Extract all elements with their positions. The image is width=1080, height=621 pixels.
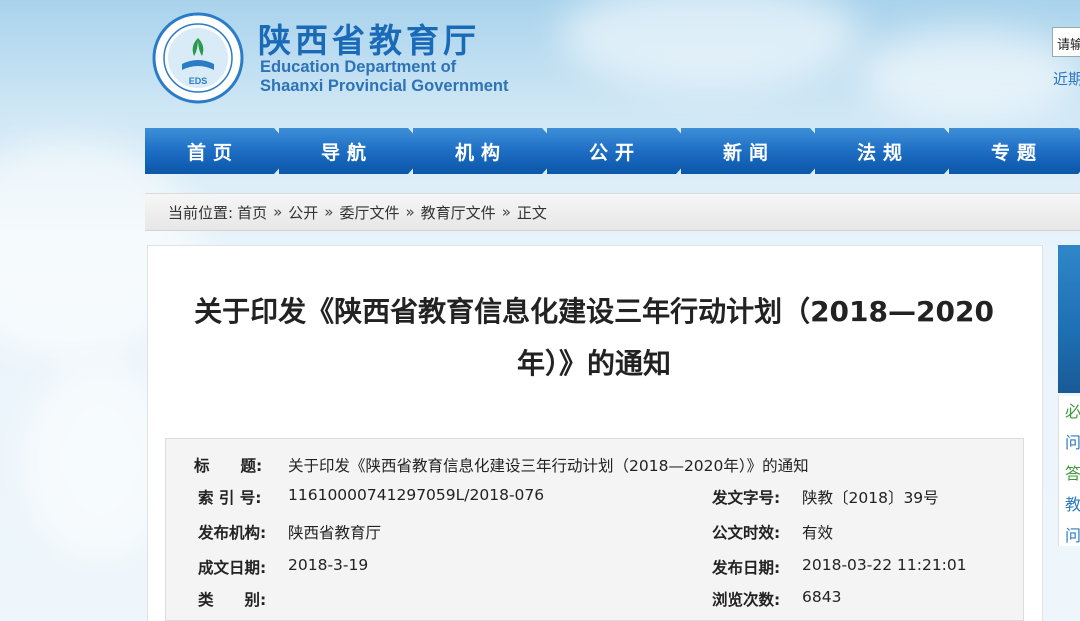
nav-regulations[interactable]: 法规 [815, 128, 965, 174]
breadcrumb-item-dept-docs[interactable]: 教育厅文件 [421, 202, 496, 223]
site-title-en: Education Department of Shaanxi Provinci… [260, 58, 509, 96]
sidebar-link[interactable]: 答 [1059, 458, 1080, 489]
site-title-en-line1: Education Department of [260, 58, 457, 76]
meta-pub-value: 2018-03-22 11:21:01 [802, 556, 967, 574]
logo-text: EDS [189, 76, 208, 86]
sidebar-link[interactable]: 教 [1059, 489, 1080, 520]
meta-doc-no-value: 陕教〔2018〕39号 [802, 489, 939, 507]
breadcrumb-item-committee-docs[interactable]: 委厅文件 [339, 202, 399, 223]
meta-doc-no-label: 发文字号: [712, 489, 781, 507]
meta-views-value: 6843 [802, 588, 842, 606]
breadcrumb-separator: » [501, 203, 511, 221]
article-title-line1: 关于印发《陕西省教育信息化建设三年行动计划（2018—2020 [194, 295, 994, 328]
meta-category-label: 类 别: [198, 591, 267, 609]
breadcrumb-separator: » [273, 203, 283, 221]
education-dept-logo[interactable]: EDS [152, 12, 244, 104]
search-input[interactable]: 请输 [1052, 27, 1080, 57]
sidebar-link[interactable]: 问 [1059, 520, 1080, 546]
site-title-en-line2: Shaanxi Provincial Government [260, 77, 509, 95]
emblem-icon: EDS [152, 12, 244, 104]
document-metadata: 标 题: 关于印发《陕西省教育信息化建设三年行动计划（2018—2020年）》的… [165, 438, 1024, 621]
sidebar-link-list: 必 问 答 教 问 答 [1058, 396, 1080, 546]
meta-date-label: 成文日期: [198, 559, 267, 577]
meta-date-value: 2018-3-19 [288, 556, 369, 574]
meta-issuer-label: 发布机构: [198, 524, 267, 542]
breadcrumb-item-public[interactable]: 公开 [288, 202, 318, 223]
meta-views-label: 浏览次数: [712, 591, 781, 609]
meta-title-value: 关于印发《陕西省教育信息化建设三年行动计划（2018—2020年）》的通知 [288, 457, 809, 475]
article-title: 关于印发《陕西省教育信息化建设三年行动计划（2018—2020 年）》的通知 [168, 286, 1020, 390]
nav-guide[interactable]: 导航 [279, 128, 429, 174]
breadcrumb-prefix: 当前位置: [168, 203, 234, 222]
meta-validity-value: 有效 [802, 524, 834, 542]
site-title-cn[interactable]: 陕西省教育厅 [258, 14, 480, 62]
recent-link[interactable]: 近期 [1053, 68, 1080, 89]
main-nav: 首页 导航 机构 公开 新闻 法规 专题 [145, 128, 1080, 174]
meta-pub-label: 发布日期: [712, 559, 781, 577]
nav-organization[interactable]: 机构 [413, 128, 563, 174]
nav-home[interactable]: 首页 [145, 128, 295, 174]
breadcrumb-item-home[interactable]: 首页 [237, 202, 267, 223]
breadcrumb-item-body: 正文 [516, 203, 547, 222]
meta-index-label: 索 引 号: [198, 489, 262, 507]
article-title-line2: 年）》的通知 [516, 347, 671, 380]
sidebar-link[interactable]: 问 [1059, 427, 1080, 458]
meta-index-value: 11610000741297059L/2018-076 [288, 486, 545, 504]
breadcrumb-separator: » [405, 203, 415, 221]
nav-topics[interactable]: 专题 [949, 128, 1080, 174]
nav-public[interactable]: 公开 [547, 128, 697, 174]
meta-title-label: 标 题: [194, 457, 263, 475]
breadcrumb-separator: » [324, 203, 334, 221]
meta-issuer-value: 陕西省教育厅 [288, 524, 382, 542]
meta-validity-label: 公文时效: [712, 524, 781, 542]
sidebar-link[interactable]: 必 [1059, 396, 1080, 427]
sidebar-banner-image[interactable] [1058, 245, 1080, 393]
nav-news[interactable]: 新闻 [681, 128, 831, 174]
breadcrumb: 当前位置: 首页 » 公开 » 委厅文件 » 教育厅文件 » 正文 [145, 193, 1080, 231]
